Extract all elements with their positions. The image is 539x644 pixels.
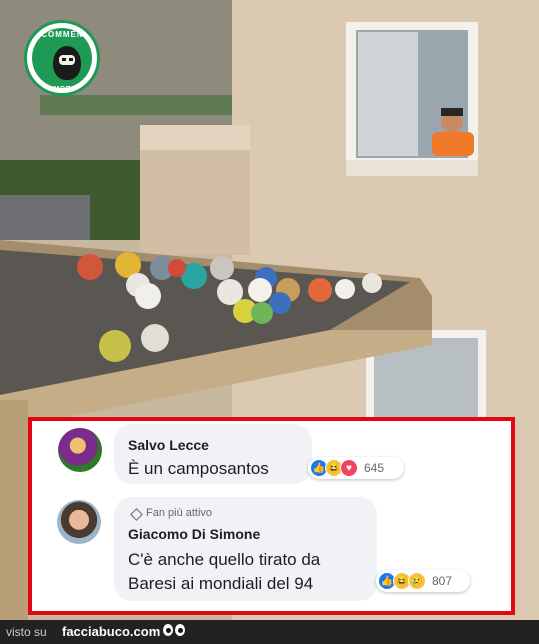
comment-author-1[interactable]: Salvo Lecce (128, 437, 209, 453)
logo-badge: COMMENTI MEMORABILI (32, 28, 92, 93)
comments-panel: Salvo Lecce È un camposantos 👍 😆 ♥ 645 F… (28, 417, 515, 615)
logo-text-top: COMMENTI (41, 30, 93, 39)
comment-text-2-line-2: Baresi ai mondiali del 94 (128, 574, 314, 593)
bearded-face-icon (53, 46, 81, 80)
diamond-icon (130, 508, 143, 521)
reactions-summary-2[interactable]: 👍 😆 😢 807 (376, 570, 470, 592)
top-fan-badge: Fan più attivo (146, 507, 213, 519)
comment-text-1: È un camposantos (128, 459, 269, 478)
comment-bubble-1[interactable]: Salvo Lecce È un camposantos (114, 424, 312, 484)
reaction-count-2: 807 (432, 574, 453, 588)
comment-text-2-line-1: C'è anche quello tirato da (128, 550, 321, 569)
reactions-summary-1[interactable]: 👍 😆 ♥ 645 (308, 457, 404, 479)
logo-text-bottom: MEMORABILI (41, 86, 93, 93)
footer-site-link[interactable]: facciabuco.com (62, 624, 160, 639)
avatar-salvo-lecce[interactable] (58, 428, 102, 472)
sad-reaction-icon: 😢 (408, 572, 426, 590)
comment-author-2[interactable]: Giacomo Di Simone (128, 526, 260, 542)
love-reaction-icon: ♥ (340, 459, 358, 477)
footer-prefix: visto su (6, 625, 47, 639)
avatar-giacomo-di-simone[interactable] (57, 500, 101, 544)
footer-bar: visto su facciabuco.com (0, 620, 539, 644)
eyes-icon (163, 624, 187, 638)
reaction-count-1: 645 (364, 461, 385, 475)
commenti-memorabili-logo: COMMENTI MEMORABILI (24, 20, 100, 96)
comment-bubble-2[interactable]: Fan più attivo Giacomo Di Simone C'è anc… (114, 497, 377, 601)
